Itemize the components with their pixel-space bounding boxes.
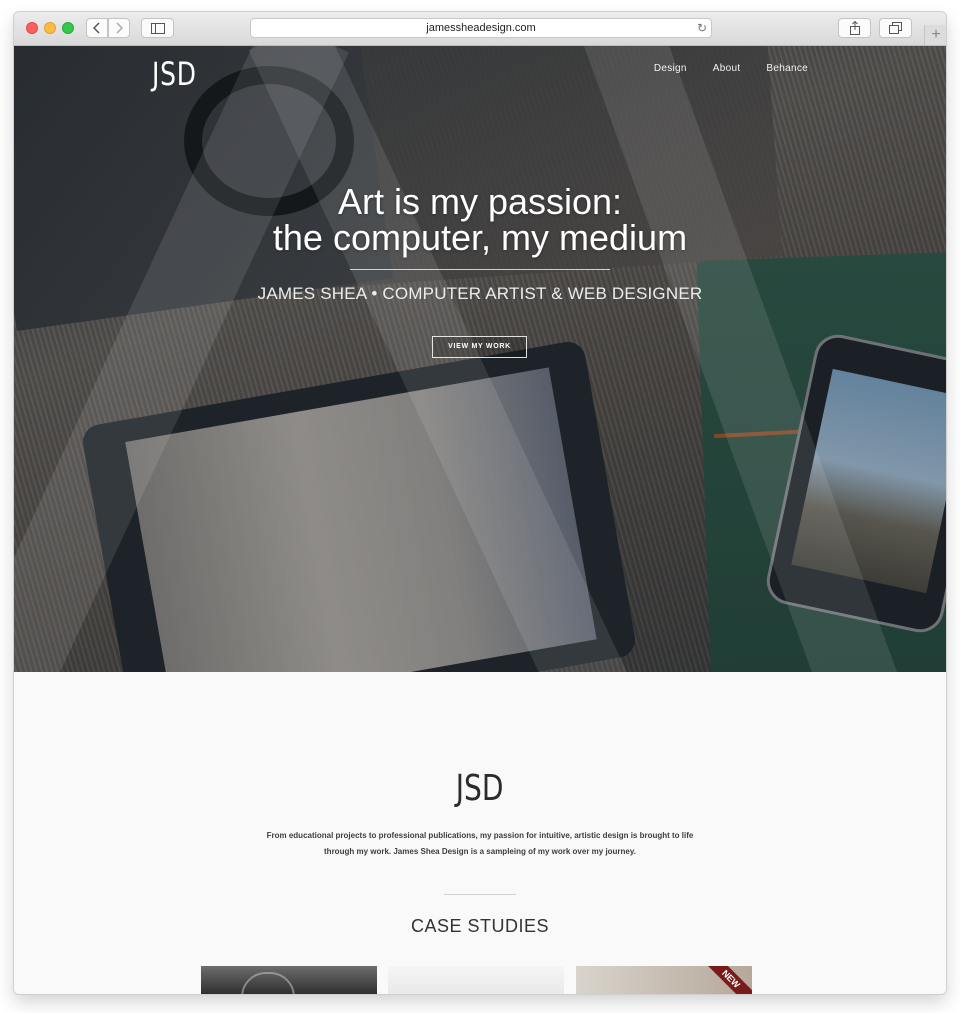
intro-logo: JSD [14,768,946,809]
intro-section: JSD From educational projects to profess… [14,672,946,994]
url-text: jamessheadesign.com [426,22,536,34]
sidebar-toggle-button[interactable] [141,18,174,38]
new-badge: NEW [701,966,752,994]
site-logo[interactable]: JSD [152,55,197,93]
sidebar-icon [150,22,165,34]
section-divider [444,894,516,895]
hero-section: JSD Design About Behance Art is my passi… [14,46,946,672]
share-button[interactable] [838,18,871,38]
show-tabs-button[interactable] [879,18,912,38]
close-window-button[interactable] [26,22,38,34]
zoom-window-button[interactable] [62,22,74,34]
nav-link-design[interactable]: Design [654,63,687,74]
hero-divider [350,269,610,270]
forward-button[interactable] [108,18,130,38]
nav-link-about[interactable]: About [713,63,741,74]
tabs-icon [889,22,902,34]
minimize-window-button[interactable] [44,22,56,34]
back-button[interactable] [86,18,108,38]
site-nav: Design About Behance [654,63,808,74]
browser-window: jamessheadesign.com ↻ + JSD Design About… [14,12,946,994]
case-studies-title: CASE STUDIES [410,916,550,936]
nav-link-behance[interactable]: Behance [766,63,808,74]
intro-logo-text: JSD [456,768,504,809]
share-icon [849,21,860,35]
intro-text: From educational projects to professiona… [266,831,694,856]
browser-toolbar: jamessheadesign.com ↻ [14,12,946,46]
hero-headline: Art is my passion: the computer, my medi… [14,184,946,256]
view-my-work-button[interactable]: VIEW MY WORK [432,336,527,358]
case-study-thumbnail-1[interactable] [201,966,377,994]
chevron-right-icon [116,22,123,34]
hero-subhead: JAMES SHEA • COMPUTER ARTIST & WEB DESIG… [257,284,703,303]
new-tab-button[interactable]: + [924,25,946,45]
hero-headline-line1: Art is my passion: [337,181,623,222]
building-image [241,972,295,994]
hero-headline-line2: the computer, my medium [272,217,688,258]
address-bar[interactable]: jamessheadesign.com ↻ [250,18,712,38]
case-study-thumbnail-2[interactable] [388,966,564,994]
reload-icon[interactable]: ↻ [697,19,707,37]
case-study-thumbnail-3[interactable]: NEW [576,966,752,994]
chevron-left-icon [93,22,100,34]
